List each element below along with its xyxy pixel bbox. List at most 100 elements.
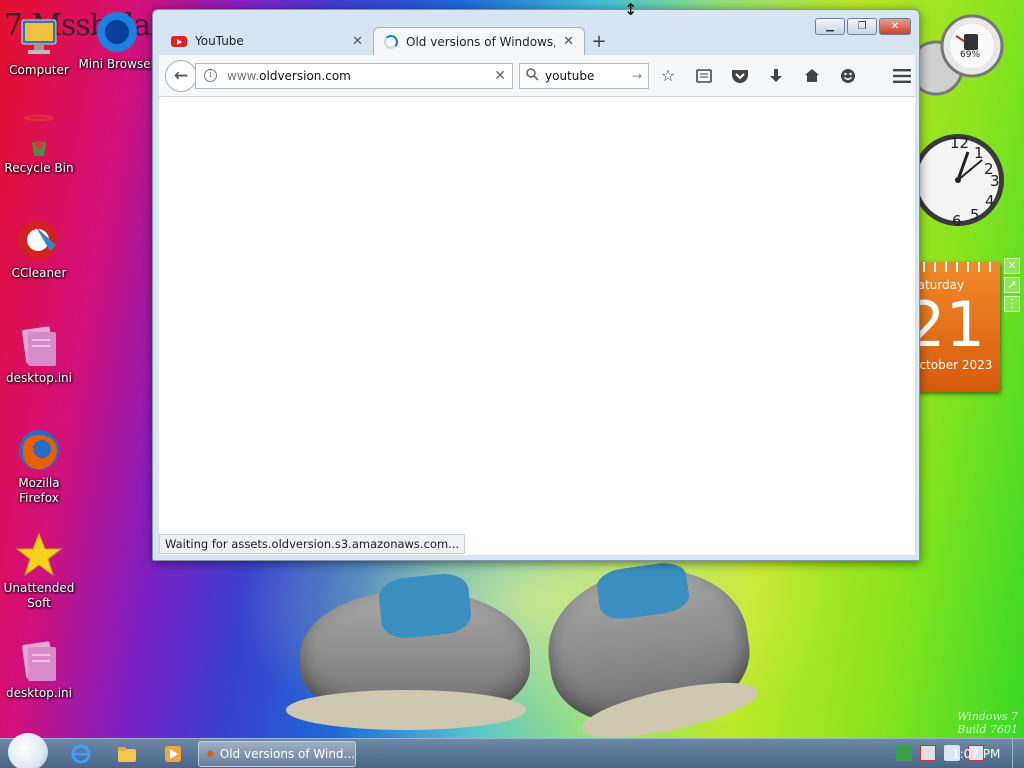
- maximize-button[interactable]: ❐: [847, 18, 877, 35]
- settings-file-icon: [16, 637, 62, 683]
- star-icon: [15, 532, 63, 578]
- watermark-line-2: Build 7601: [957, 723, 1018, 736]
- close-button[interactable]: ✕: [879, 18, 911, 35]
- desktop-icon-desktop-ini-2[interactable]: desktop.ini: [0, 637, 78, 701]
- clock-number-5: 5: [970, 206, 980, 224]
- calendar-day-number: 21: [916, 288, 985, 361]
- gadget-drag-handle-icon[interactable]: ⋮: [1004, 296, 1020, 312]
- desktop-icon-computer[interactable]: Computer: [0, 14, 78, 78]
- desktop-icon-label: Unattended Soft: [3, 581, 75, 610]
- internet-explorer-icon: [71, 744, 91, 764]
- taskbar-firefox-task[interactable]: Old versions of Wind...: [198, 741, 356, 767]
- resize-cursor-icon: ↕: [624, 0, 638, 19]
- tab-close-icon[interactable]: ✕: [563, 34, 574, 49]
- mini-browser-icon: [94, 8, 140, 54]
- taskbar-media-player-button[interactable]: [154, 742, 192, 766]
- clock-number-12: 12: [950, 134, 970, 152]
- tab-close-icon[interactable]: ✕: [352, 34, 363, 49]
- downloads-icon[interactable]: [765, 65, 787, 87]
- taskbar: Old versions of Wind... 1:07 PM: [0, 733, 1024, 768]
- home-icon[interactable]: [801, 65, 823, 87]
- taskbar-ie-button[interactable]: [62, 742, 100, 766]
- loading-spinner-icon: [384, 34, 398, 49]
- desktop-icon-unattended-soft[interactable]: Unattended Soft: [0, 532, 78, 611]
- desktop-icon-recycle-bin[interactable]: Recycle Bin: [0, 112, 78, 176]
- back-arrow-icon: ←: [173, 65, 189, 86]
- desktop-icon-desktop-ini-1[interactable]: desktop.ini: [0, 322, 78, 386]
- firefox-window: ▁ ❐ ✕ YouTube ✕ Old versions of Windows,…: [152, 9, 920, 561]
- calendar-gadget[interactable]: Saturday 21 October 2023: [916, 262, 1000, 392]
- taskbar-explorer-button[interactable]: [108, 742, 146, 766]
- taskbar-clock[interactable]: 1:07 PM: [952, 747, 1000, 761]
- firefox-icon: [16, 427, 62, 473]
- settings-file-icon: [16, 322, 62, 368]
- gadget-resize-icon[interactable]: ↗: [1004, 277, 1020, 293]
- media-player-icon: [165, 746, 181, 762]
- nav-toolbar: ← i www.oldversion.com ✕ youtube → ☆: [159, 55, 915, 97]
- folder-icon: [118, 747, 136, 762]
- cpu-meter-gadget[interactable]: 69%: [908, 8, 1004, 104]
- desktop-icon-ccleaner[interactable]: CCleaner: [0, 217, 78, 281]
- minimize-icon: ▁: [826, 21, 834, 32]
- clock-number-4: 4: [985, 192, 995, 210]
- window-controls: ▁ ❐ ✕: [815, 18, 911, 35]
- start-button[interactable]: [8, 733, 48, 768]
- recycle-bin-icon: [16, 112, 62, 158]
- youtube-icon: [171, 35, 187, 47]
- tab-title: Old versions of Windows, ...: [406, 34, 556, 49]
- desktop-icon-label: Recycle Bin: [4, 161, 74, 175]
- clock-number-6: 6: [952, 212, 962, 230]
- page-content[interactable]: [159, 97, 915, 555]
- desktop-icon-label: CCleaner: [11, 266, 67, 280]
- desktop-icon-label: desktop.ini: [6, 371, 72, 385]
- gadget-controls: ✕ ↗ ⋮: [1004, 258, 1022, 315]
- desktop-icon-label: Mini Browser: [78, 57, 156, 71]
- smiley-icon[interactable]: [837, 65, 859, 87]
- ccleaner-icon: [16, 217, 62, 263]
- back-button[interactable]: ←: [165, 59, 197, 92]
- url-bar[interactable]: i www.oldversion.com ✕: [195, 62, 513, 89]
- security-shield-icon[interactable]: [896, 745, 912, 761]
- clock-gadget[interactable]: 12 1 2 3 4 5 6: [908, 116, 1004, 244]
- minimize-button[interactable]: ▁: [815, 18, 845, 35]
- restore-icon: ❐: [857, 21, 867, 32]
- status-bar: Waiting for assets.oldversion.s3.amazona…: [159, 534, 466, 554]
- hamburger-menu-icon[interactable]: [891, 65, 913, 87]
- stop-loading-icon[interactable]: ✕: [494, 68, 506, 84]
- desktop-icon-label: Mozilla Firefox: [18, 476, 60, 505]
- close-icon: ✕: [890, 21, 900, 32]
- pocket-icon[interactable]: [729, 65, 751, 87]
- search-go-arrow-icon[interactable]: →: [632, 69, 642, 83]
- flag-alert-icon[interactable]: [920, 745, 936, 761]
- url-prefix: www.: [227, 68, 260, 83]
- firefox-icon: [207, 751, 214, 757]
- tab-youtube[interactable]: YouTube ✕: [161, 27, 373, 55]
- reading-list-icon[interactable]: [693, 65, 715, 87]
- gadget-close-icon[interactable]: ✕: [1004, 258, 1020, 274]
- url-domain: oldversion.com: [259, 68, 351, 83]
- windows-watermark: Windows 7 Build 7601: [957, 710, 1018, 736]
- tab-title: YouTube: [195, 34, 244, 48]
- tab-strip: YouTube ✕ Old versions of Windows, ... ✕…: [161, 27, 613, 55]
- calendar-rings: [916, 262, 1000, 272]
- new-tab-button[interactable]: +: [585, 27, 613, 55]
- watermark-line-1: Windows 7: [957, 710, 1018, 723]
- meter-percent: 69%: [960, 50, 981, 60]
- computer-icon: [16, 14, 62, 60]
- site-info-icon[interactable]: i: [204, 69, 217, 82]
- url-text[interactable]: www.oldversion.com: [227, 69, 494, 83]
- desktop-icon-firefox[interactable]: Mozilla Firefox: [0, 427, 78, 506]
- bookmark-star-icon[interactable]: ☆: [657, 65, 679, 87]
- tab-old-versions[interactable]: Old versions of Windows, ... ✕: [373, 27, 585, 55]
- desktop-icon-label: desktop.ini: [6, 686, 72, 700]
- calendar-month-year: October 2023: [916, 358, 993, 372]
- search-icon: [526, 67, 539, 84]
- search-bar[interactable]: youtube →: [519, 62, 649, 89]
- taskbar-task-label: Old versions of Wind...: [219, 747, 355, 761]
- toolbar-icons: ☆: [657, 65, 913, 87]
- search-input[interactable]: youtube: [545, 69, 626, 83]
- desktop-icon-label: Computer: [9, 63, 69, 77]
- desktop-icon-mini-browser[interactable]: Mini Browser: [78, 8, 156, 72]
- clock-number-1: 1: [974, 144, 984, 162]
- show-desktop-button[interactable]: [1012, 739, 1024, 768]
